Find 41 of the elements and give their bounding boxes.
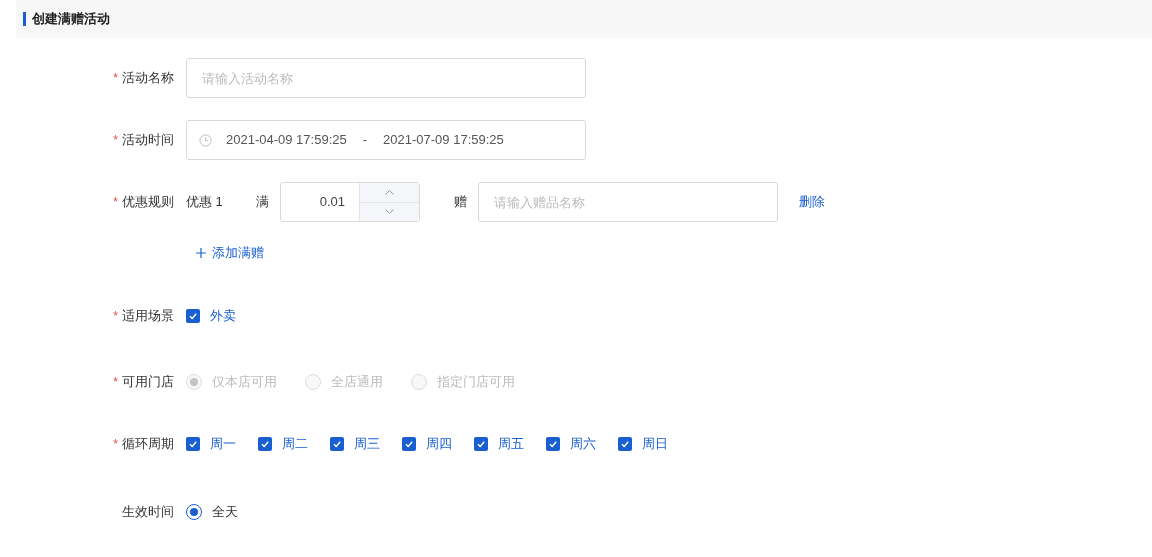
required-mark: * (113, 72, 118, 84)
field-label: 优惠规则 (122, 193, 174, 212)
caret-up-icon (385, 189, 394, 195)
required-mark: * (113, 134, 118, 146)
required-mark: * (113, 310, 118, 322)
field-label: 可用门店 (122, 373, 174, 392)
required-mark: * (113, 196, 118, 208)
plus-icon (196, 248, 206, 258)
range-separator: - (362, 131, 368, 150)
number-stepper[interactable]: 0.01 (280, 182, 420, 222)
end-date: 2021-07-09 17:59:25 (383, 131, 504, 150)
checkbox[interactable]: 周六 (546, 434, 596, 454)
field-label: 活动名称 (122, 69, 174, 88)
field-label: 适用场景 (122, 307, 174, 326)
required-mark: * (113, 438, 118, 450)
delete-link[interactable]: 删除 (799, 192, 825, 212)
activity-name-field[interactable]: 请输入活动名称 (186, 58, 586, 98)
checkbox[interactable]: 周日 (618, 434, 668, 454)
section-title: 创建满赠活动 (32, 10, 110, 29)
date-range-field[interactable]: 2021-04-09 17:59:25 - 2021-07-09 17:59:25 (186, 120, 586, 160)
checkbox[interactable]: 周三 (330, 434, 380, 454)
add-gift-button[interactable]: 添加满赠 (196, 243, 264, 263)
caret-down-icon (385, 209, 394, 215)
gift-label: 赠 (454, 193, 468, 212)
gift-name-field[interactable]: 请输入赠品名称 (478, 182, 778, 222)
checkbox[interactable]: 周四 (402, 434, 452, 454)
checkbox[interactable]: 外卖 (186, 306, 236, 326)
radio-option[interactable]: 全天 (186, 502, 238, 522)
field-label: 活动时间 (122, 131, 174, 150)
required-mark: * (113, 376, 118, 388)
checkbox[interactable]: 周五 (474, 434, 524, 454)
threshold-label: 满 (256, 193, 270, 212)
accent-bar (23, 12, 26, 26)
checkbox[interactable]: 周一 (186, 434, 236, 454)
threshold-value: 0.01 (318, 193, 346, 212)
checkbox[interactable]: 周二 (258, 434, 308, 454)
clock-icon (199, 133, 212, 147)
rule-name: 优惠 1 (186, 193, 224, 212)
start-date: 2021-04-09 17:59:25 (226, 131, 347, 150)
field-label: 循环周期 (122, 435, 174, 454)
field-label: 生效时间 (122, 503, 174, 522)
